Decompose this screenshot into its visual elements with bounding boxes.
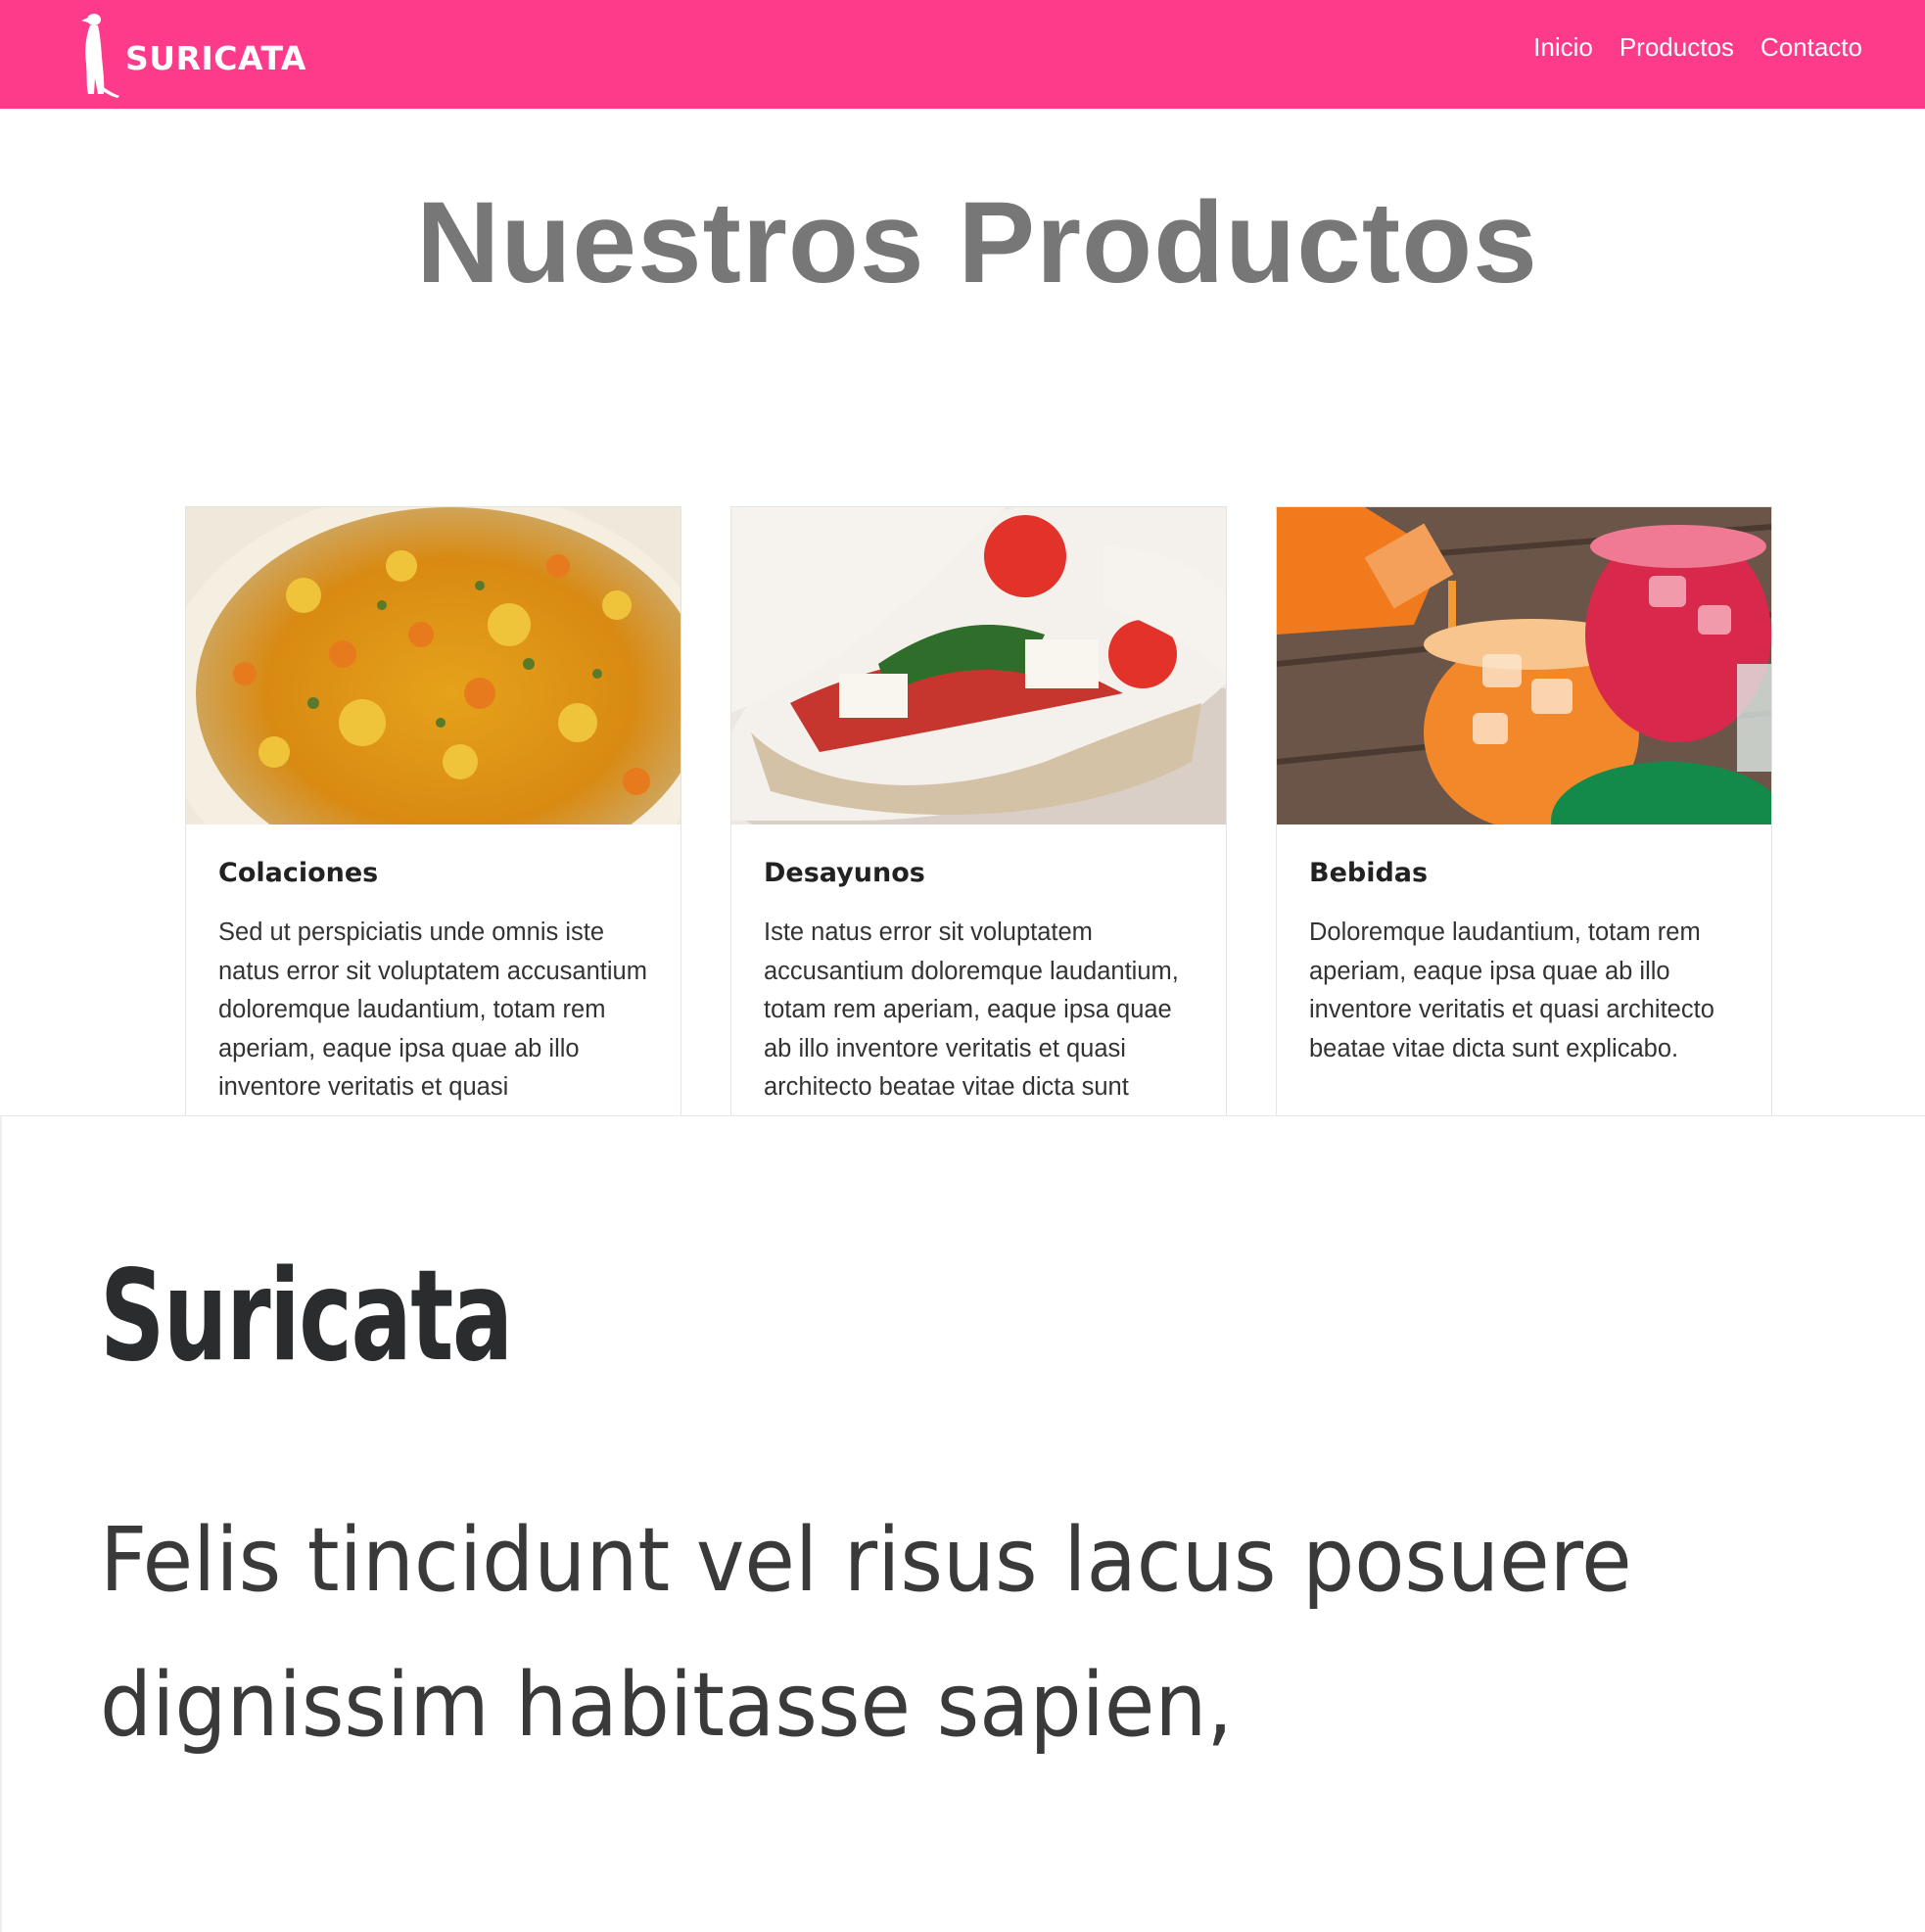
card-title: Desayunos <box>764 858 925 888</box>
brand-name: SURICATA <box>125 38 306 77</box>
nav-link-productos[interactable]: Productos <box>1620 27 1734 67</box>
section-text: Felis tincidunt vel risus lacus posuere … <box>100 1509 1632 1757</box>
product-card-bebidas[interactable]: Bebidas Doloremque laudantium, totam rem… <box>1276 506 1772 1115</box>
navbar: SURICATA Inicio Productos Contacto <box>0 0 1925 109</box>
nav-link-contacto[interactable]: Contacto <box>1761 27 1862 67</box>
sandwich-image <box>731 507 1226 825</box>
product-card-colaciones[interactable]: Colaciones Sed ut perspiciatis unde omni… <box>185 506 681 1115</box>
brand-logo[interactable]: SURICATA <box>78 8 306 100</box>
product-card-desayunos[interactable]: Desayunos Iste natus error sit voluptate… <box>730 506 1227 1115</box>
drinks-image <box>1277 507 1771 825</box>
card-title: Colaciones <box>218 858 379 888</box>
page-title: Nuestros Productos <box>416 178 1538 307</box>
about-section: Suricata Felis tincidunt vel risus lacus… <box>0 1115 1925 1932</box>
food-bowl-image <box>186 507 681 825</box>
card-title: Bebidas <box>1309 858 1429 888</box>
nav-link-inicio[interactable]: Inicio <box>1533 27 1593 67</box>
section-title: Suricata <box>100 1244 513 1390</box>
meerkat-icon <box>81 14 119 98</box>
product-cards: Colaciones Sed ut perspiciatis unde omni… <box>185 506 1773 1115</box>
main-nav: Inicio Productos Contacto <box>1533 27 1862 67</box>
card-text: Iste natus error sit voluptatem accusant… <box>764 919 1179 1102</box>
card-text: Doloremque laudantium, totam rem aperiam… <box>1309 919 1714 1062</box>
card-text: Sed ut perspiciatis unde omnis iste natu… <box>218 919 647 1102</box>
